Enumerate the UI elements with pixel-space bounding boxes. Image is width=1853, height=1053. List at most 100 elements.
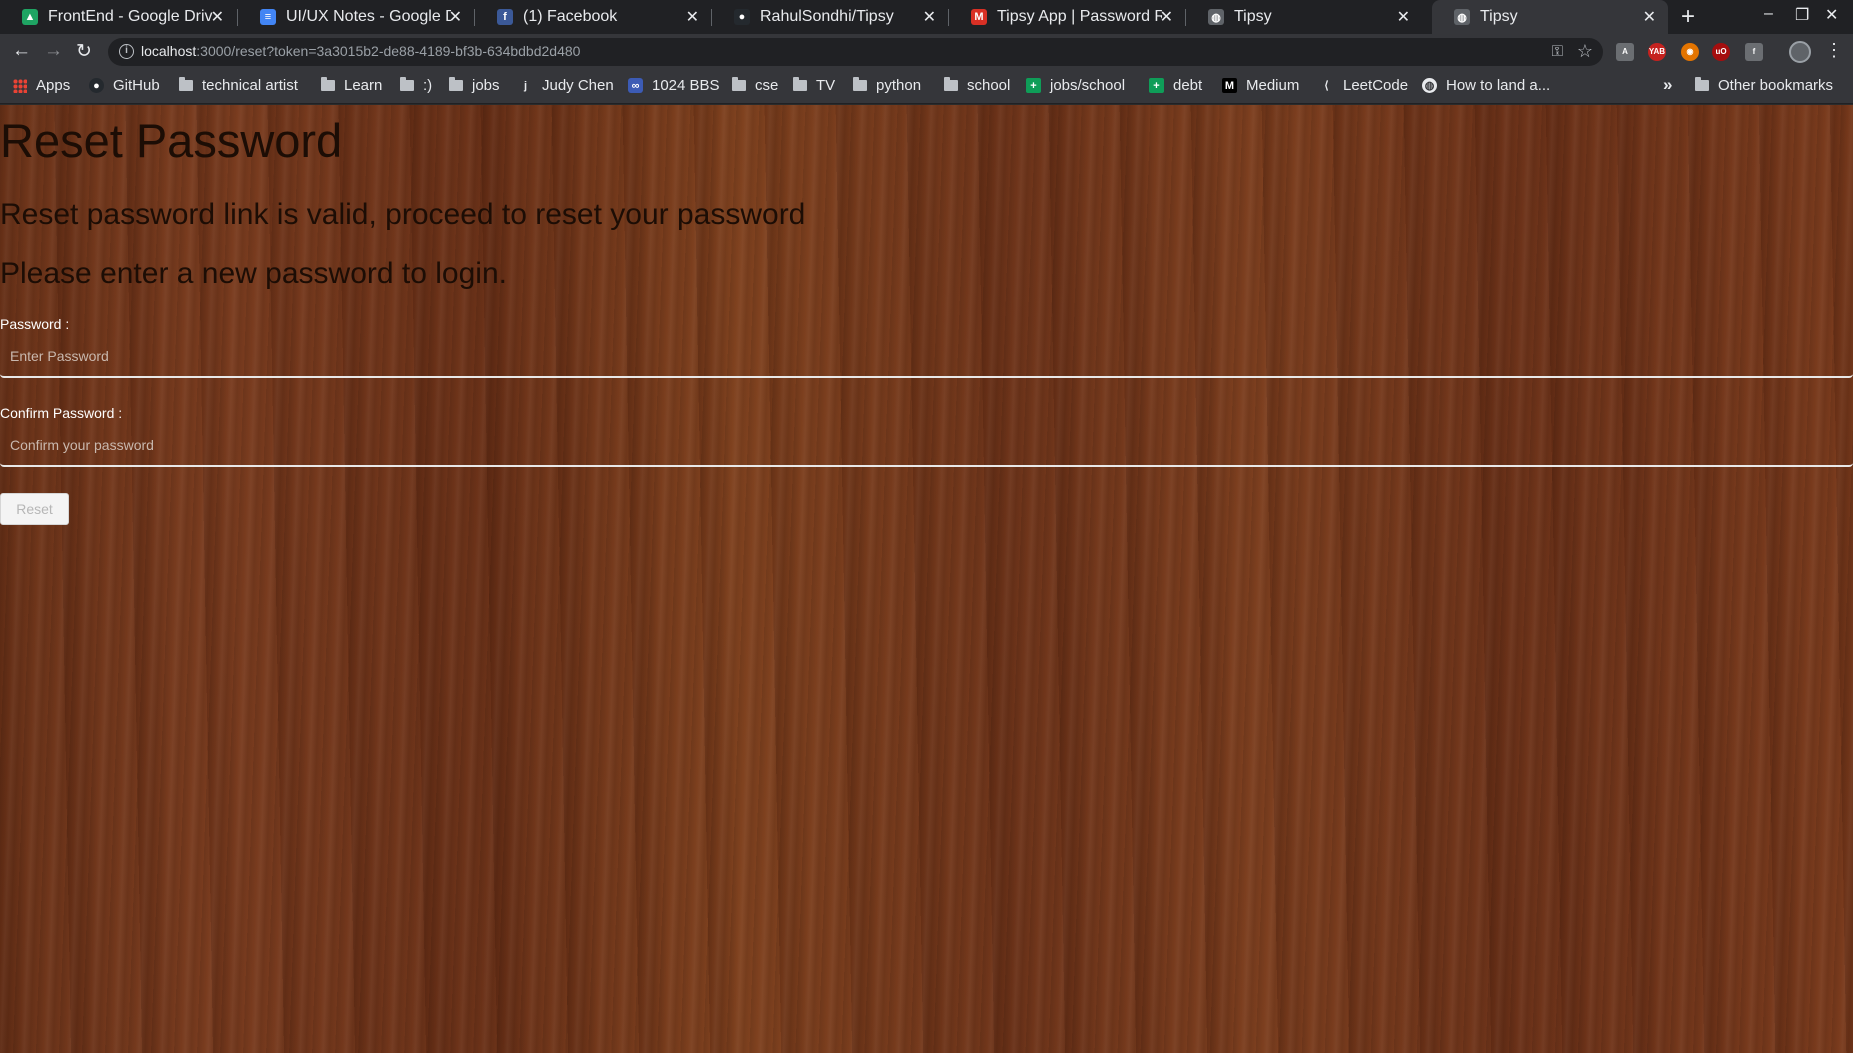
- profile-avatar[interactable]: [1789, 41, 1811, 63]
- reload-icon[interactable]: ↻: [76, 40, 92, 63]
- tab-separator: [711, 9, 712, 26]
- j-icon: j: [523, 79, 528, 92]
- close-window-icon[interactable]: ✕: [1825, 5, 1838, 25]
- address-bar[interactable]: i localhost:3000/reset?token=3a3015b2-de…: [108, 38, 1603, 66]
- bookmark-label: debt: [1173, 77, 1203, 94]
- close-tab-icon[interactable]: ✕: [449, 7, 462, 27]
- bookmark-label: jobs: [472, 77, 500, 94]
- tab-title: RahulSondhi/Tipsy: [760, 8, 894, 25]
- bookmark-item[interactable]: + debt: [1149, 77, 1202, 94]
- bookmark-item[interactable]: M Medium: [1222, 77, 1299, 94]
- tab-1[interactable]: ▲ FrontEnd - Google Drive ✕: [0, 0, 236, 34]
- bookmark-item[interactable]: school: [944, 77, 1010, 94]
- other-bookmarks-label: Other bookmarks: [1718, 77, 1834, 94]
- other-bookmarks-folder[interactable]: Other bookmarks: [1695, 77, 1833, 94]
- ublock-origin-icon[interactable]: uO: [1712, 43, 1730, 61]
- github-icon: ●: [734, 9, 750, 25]
- page-background: Reset Password Reset password link is va…: [0, 105, 1853, 1053]
- tab-4[interactable]: ● RahulSondhi/Tipsy ✕: [712, 0, 948, 34]
- url-host: localhost: [141, 43, 197, 59]
- bookmark-item[interactable]: j Judy Chen: [518, 77, 614, 94]
- bookmarks-bar: Apps ● GitHub technical artist Learn:) jobs j J…: [0, 70, 1853, 104]
- github-icon: ●: [89, 78, 104, 93]
- apps-icon: [13, 78, 27, 93]
- bookmark-item[interactable]: Learn: [321, 77, 382, 94]
- folder-icon: [853, 77, 867, 91]
- folder-icon: [793, 77, 807, 91]
- password-key-icon[interactable]: ⚿: [1552, 43, 1563, 60]
- new-tab-button[interactable]: +: [1681, 3, 1695, 31]
- extension-a-icon[interactable]: A: [1616, 43, 1634, 61]
- bookmark-item[interactable]: cse: [732, 77, 778, 94]
- folder-icon: [1695, 77, 1709, 91]
- minimize-icon[interactable]: –: [1764, 5, 1773, 23]
- forward-icon[interactable]: →: [44, 40, 63, 62]
- close-tab-icon[interactable]: ✕: [923, 7, 936, 27]
- close-tab-icon[interactable]: ✕: [1160, 7, 1173, 27]
- tab-title: (1) Facebook: [523, 8, 618, 25]
- url-text[interactable]: localhost:3000/reset?token=3a3015b2-de88…: [141, 43, 580, 59]
- bookmark-star-icon[interactable]: ☆: [1577, 41, 1593, 62]
- site-info-icon[interactable]: i: [119, 44, 134, 59]
- bookmark-item[interactable]: technical artist: [179, 77, 298, 94]
- bookmark-item[interactable]: Apps: [13, 77, 70, 94]
- password-input[interactable]: [0, 335, 1853, 378]
- confirm-password-input[interactable]: [0, 424, 1853, 467]
- close-tab-icon[interactable]: ✕: [1643, 7, 1656, 27]
- bookmark-label: technical artist: [202, 77, 298, 94]
- tab-strip: ▲ FrontEnd - Google Drive ✕ ≡ UI/UX Notes - …: [0, 0, 1853, 34]
- facebook-extension-icon[interactable]: f: [1745, 43, 1763, 61]
- browser-menu-icon[interactable]: ⋮: [1825, 40, 1843, 61]
- close-tab-icon[interactable]: ✕: [686, 7, 699, 27]
- bookmark-label: 1024 BBS: [652, 77, 720, 94]
- folder-icon: [944, 77, 958, 91]
- bookmark-label: school: [967, 77, 1011, 94]
- bookmark-item[interactable]: :): [400, 77, 432, 94]
- extension-yab-icon[interactable]: YAB: [1648, 43, 1666, 61]
- restore-icon[interactable]: ❐: [1795, 5, 1809, 25]
- folder-icon: [400, 77, 414, 91]
- reset-button[interactable]: Reset: [0, 493, 69, 525]
- extension-face-icon[interactable]: ◉: [1681, 43, 1699, 61]
- tab-title: FrontEnd - Google Drive: [48, 8, 213, 25]
- valid-link-message: Reset password link is valid, proceed to…: [0, 198, 806, 231]
- enter-password-message: Please enter a new password to login.: [0, 257, 507, 290]
- globe-icon: ◍: [1454, 9, 1470, 25]
- facebook-icon: f: [497, 9, 513, 25]
- tab-title: Tipsy App | Password Res: [997, 8, 1162, 25]
- bookmark-item[interactable]: ⟨ LeetCode: [1319, 77, 1408, 94]
- close-tab-icon[interactable]: ✕: [1397, 7, 1410, 27]
- medium-icon: M: [1222, 78, 1237, 93]
- bookmark-label: GitHub: [113, 77, 160, 94]
- bookmark-item[interactable]: TV: [793, 77, 835, 94]
- tab-7[interactable]: ◍ Tipsy ✕: [1432, 0, 1668, 34]
- bookmark-label: TV: [816, 77, 836, 94]
- globe-icon: ◍: [1208, 9, 1224, 25]
- close-tab-icon[interactable]: ✕: [211, 7, 224, 27]
- sheets-icon: +: [1149, 78, 1164, 93]
- folder-icon: [732, 77, 746, 91]
- bookmark-item[interactable]: python: [853, 77, 921, 94]
- folder-icon: [449, 77, 463, 91]
- tab-2[interactable]: ≡ UI/UX Notes - Google Doc✕: [238, 0, 474, 34]
- sheets-icon: +: [1026, 78, 1041, 93]
- bookmark-label: How to land a...: [1446, 77, 1551, 94]
- tab-title: Tipsy: [1234, 8, 1272, 25]
- bookmark-item[interactable]: ◍ How to land a...: [1422, 77, 1550, 94]
- back-icon[interactable]: ←: [12, 40, 31, 62]
- tab-5[interactable]: M Tipsy App | Password Res✕: [949, 0, 1185, 34]
- bookmark-label: Judy Chen: [542, 77, 614, 94]
- tab-3[interactable]: f (1) Facebook ✕: [475, 0, 711, 34]
- bookmark-label: Learn: [344, 77, 383, 94]
- bookmark-item[interactable]: + jobs/school: [1026, 77, 1125, 94]
- leetcode-icon: ⟨: [1324, 80, 1329, 92]
- tab-6[interactable]: ◍ Tipsy ✕: [1186, 0, 1422, 34]
- bookmark-item[interactable]: ∞ 1024 BBS: [628, 77, 720, 94]
- bookmark-label: :): [423, 77, 433, 94]
- browser-toolbar: ← → ↻ i localhost:3000/reset?token=3a301…: [0, 34, 1853, 70]
- more-bookmarks-icon[interactable]: »: [1663, 75, 1672, 95]
- bookmark-label: Medium: [1246, 77, 1300, 94]
- bookmark-item[interactable]: jobs: [449, 77, 500, 94]
- confirm-password-label: Confirm Password :: [0, 405, 123, 421]
- bookmark-item[interactable]: ● GitHub: [89, 77, 160, 94]
